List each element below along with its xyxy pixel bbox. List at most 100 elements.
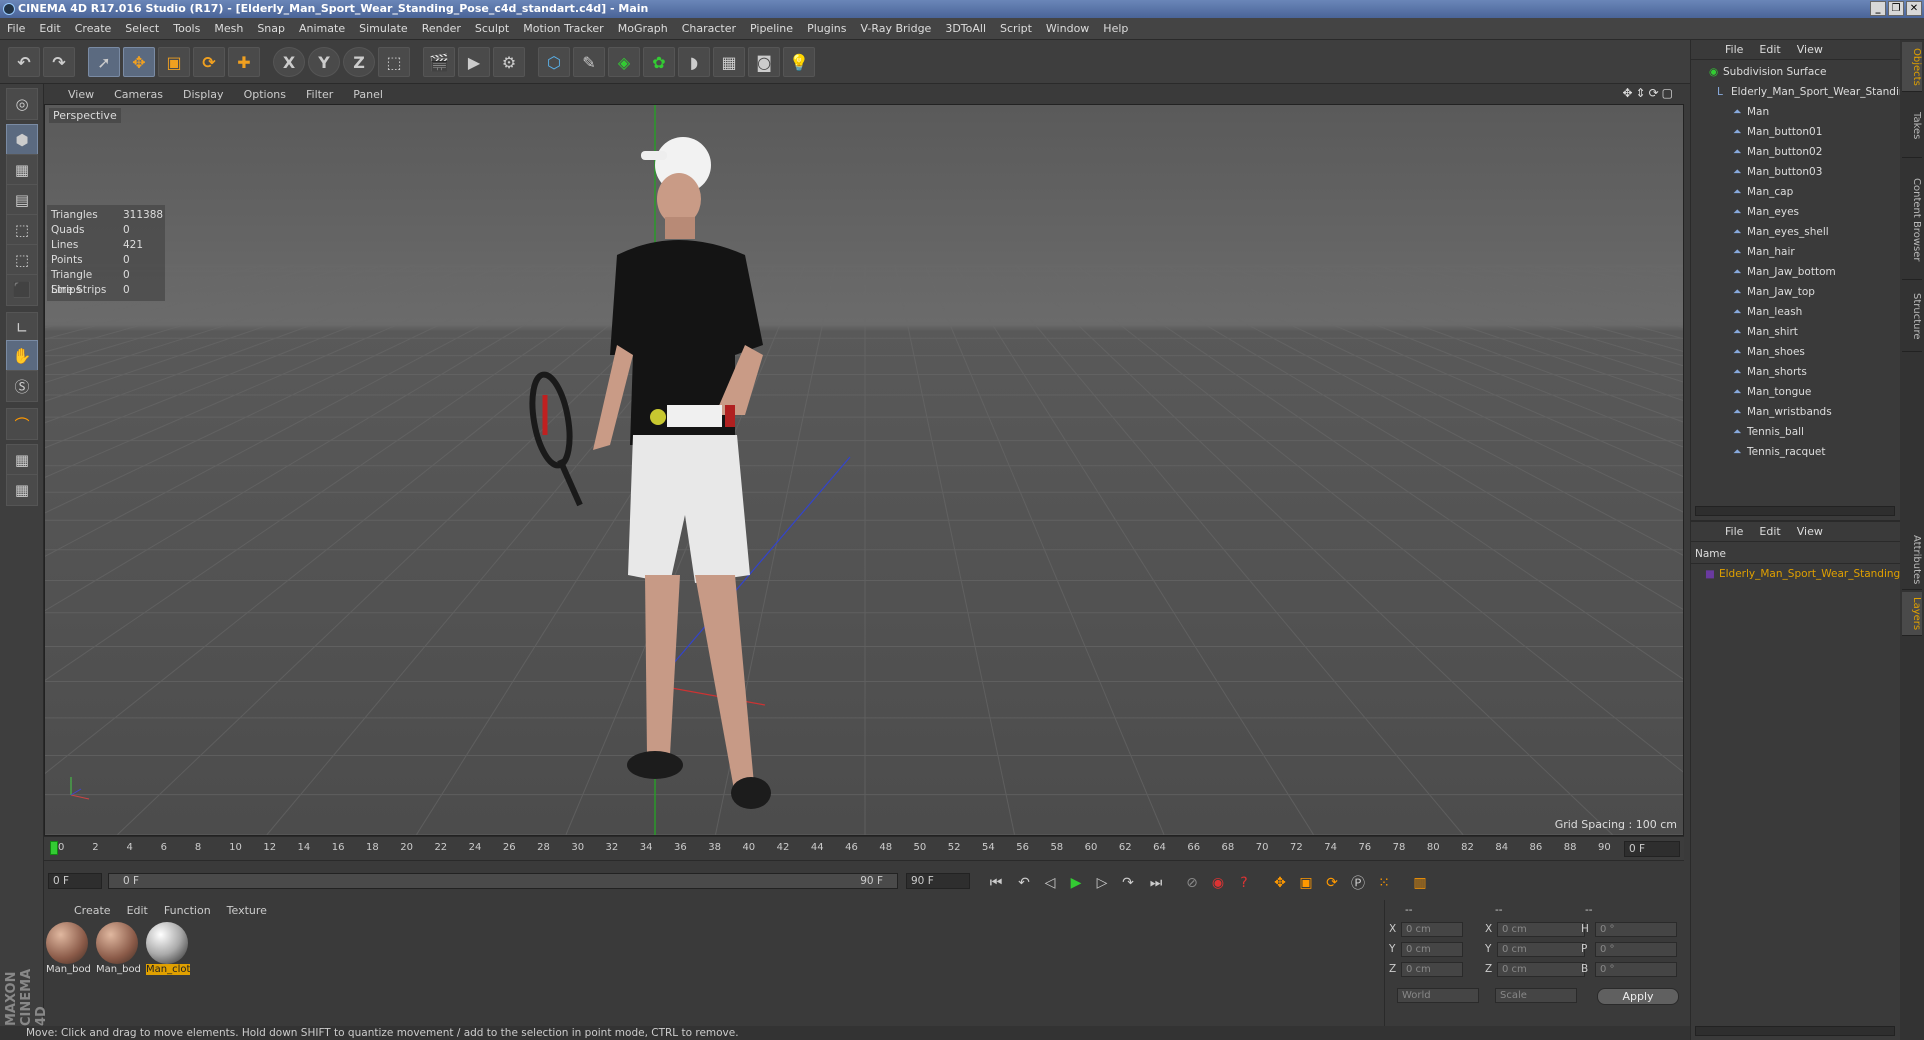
- viewport-menu-panel[interactable]: Panel: [343, 88, 393, 101]
- object-row[interactable]: ⏶ Man_cap: [1691, 182, 1901, 202]
- object-menu-file[interactable]: File: [1717, 43, 1751, 56]
- coord-field[interactable]: 0 cm: [1497, 942, 1585, 957]
- key-pla-icon[interactable]: ⁙: [1372, 871, 1396, 895]
- material-menu-texture[interactable]: Texture: [219, 904, 275, 917]
- object-row[interactable]: ⏶ Man_eyes_shell: [1691, 222, 1901, 242]
- material-swatch[interactable]: Man_bod: [96, 922, 140, 975]
- key-scale-icon[interactable]: ▣: [1294, 871, 1318, 895]
- object-row[interactable]: ⏶ Man_shoes: [1691, 342, 1901, 362]
- next-key-icon[interactable]: ↷: [1116, 871, 1140, 895]
- current-frame-field[interactable]: 0 F: [1624, 841, 1680, 857]
- maximize-button[interactable]: ❐: [1888, 1, 1904, 16]
- tab-structure[interactable]: Structure: [1902, 282, 1922, 352]
- object-row[interactable]: ⏶ Man_eyes: [1691, 202, 1901, 222]
- coord-field[interactable]: 0 °: [1595, 922, 1677, 937]
- redo-icon[interactable]: ↷: [43, 47, 75, 77]
- record-keys-icon[interactable]: ⊘: [1180, 871, 1204, 895]
- object-row[interactable]: ⏶ Man_Jaw_bottom: [1691, 262, 1901, 282]
- range-slider[interactable]: 0 F 90 F: [108, 873, 898, 889]
- menu-item-mograph[interactable]: MoGraph: [611, 22, 675, 35]
- y-axis-icon[interactable]: Y: [308, 47, 340, 77]
- coord-field[interactable]: 0 cm: [1497, 962, 1585, 977]
- close-button[interactable]: ✕: [1906, 1, 1922, 16]
- object-row[interactable]: ⏶ Man_button03: [1691, 162, 1901, 182]
- viewport-menu-options[interactable]: Options: [234, 88, 296, 101]
- coord-field[interactable]: 0 cm: [1401, 942, 1463, 957]
- key-rotation-icon[interactable]: ⟳: [1320, 871, 1344, 895]
- tab-objects[interactable]: Objects: [1902, 42, 1922, 92]
- layer-row[interactable]: ■ Elderly_Man_Sport_Wear_Standing_: [1691, 564, 1901, 584]
- coord-field[interactable]: 0 cm: [1401, 962, 1463, 977]
- viewport-menu-cameras[interactable]: Cameras: [104, 88, 173, 101]
- model-mode-icon[interactable]: ⬢: [6, 124, 38, 156]
- light-icon[interactable]: 💡: [783, 47, 815, 77]
- viewport-nav-icons[interactable]: ✥⇕⟳▢: [1622, 86, 1676, 100]
- menu-item-motion-tracker[interactable]: Motion Tracker: [516, 22, 610, 35]
- viewport-camera-label[interactable]: Perspective: [49, 108, 121, 123]
- apply-button[interactable]: Apply: [1597, 988, 1679, 1005]
- menu-item-create[interactable]: Create: [68, 22, 119, 35]
- object-row[interactable]: ⏶ Man_button02: [1691, 142, 1901, 162]
- coord-field[interactable]: 0 cm: [1497, 922, 1585, 937]
- menu-item-window[interactable]: Window: [1039, 22, 1096, 35]
- menu-item-v-ray-bridge[interactable]: V-Ray Bridge: [853, 22, 938, 35]
- key-parameter-icon[interactable]: Ⓟ: [1346, 871, 1370, 895]
- layer-manager-scrollbar[interactable]: [1695, 1026, 1895, 1036]
- tab-attributes[interactable]: Attributes: [1902, 530, 1922, 590]
- cloner-icon[interactable]: ✿: [643, 47, 675, 77]
- go-to-start-icon[interactable]: ⏮: [984, 871, 1008, 895]
- object-subdivision-surface[interactable]: ◉ Subdivision Surface: [1691, 62, 1901, 82]
- object-manager-scrollbar[interactable]: [1695, 506, 1895, 516]
- coord-field[interactable]: 0 °: [1595, 962, 1677, 977]
- material-swatch[interactable]: Man_bod: [46, 922, 90, 975]
- object-row[interactable]: ⏶ Man_leash: [1691, 302, 1901, 322]
- key-position-icon[interactable]: ✥: [1268, 871, 1292, 895]
- menu-item-plugins[interactable]: Plugins: [800, 22, 853, 35]
- viewport-menu-filter[interactable]: Filter: [296, 88, 343, 101]
- render-picture-viewer-icon[interactable]: ▶: [458, 47, 490, 77]
- play-icon[interactable]: ▶: [1064, 871, 1088, 895]
- viewport-menu-view[interactable]: View: [58, 88, 104, 101]
- place-icon[interactable]: ✚: [228, 47, 260, 77]
- tab-takes[interactable]: Takes: [1902, 94, 1922, 158]
- object-menu-edit[interactable]: Edit: [1751, 43, 1788, 56]
- object-row[interactable]: ⏶ Man_tongue: [1691, 382, 1901, 402]
- menu-item-render[interactable]: Render: [415, 22, 468, 35]
- end-frame-field[interactable]: 90 F: [906, 873, 970, 889]
- menu-item-character[interactable]: Character: [675, 22, 743, 35]
- tweak-mode-icon[interactable]: ✋: [6, 340, 38, 372]
- scale-icon[interactable]: ▣: [158, 47, 190, 77]
- snap-icon[interactable]: Ⓢ: [6, 370, 38, 402]
- select-icon[interactable]: ➚: [88, 47, 120, 77]
- object-row[interactable]: ⏶ Man_hair: [1691, 242, 1901, 262]
- render-view-icon[interactable]: 🎬: [423, 47, 455, 77]
- layer-menu-edit[interactable]: Edit: [1751, 525, 1788, 538]
- menu-item-edit[interactable]: Edit: [32, 22, 67, 35]
- object-row[interactable]: ⏶ Man_button01: [1691, 122, 1901, 142]
- autokey-icon[interactable]: ◉: [1206, 871, 1230, 895]
- layer-menu-view[interactable]: View: [1789, 525, 1831, 538]
- object-menu-view[interactable]: View: [1789, 43, 1831, 56]
- tab-layers[interactable]: Layers: [1902, 592, 1922, 636]
- menu-item-3dtoall[interactable]: 3DToAll: [938, 22, 993, 35]
- move-icon[interactable]: ✥: [123, 47, 155, 77]
- texture-mode-icon[interactable]: ▦: [6, 154, 38, 186]
- material-menu-function[interactable]: Function: [156, 904, 219, 917]
- pen-icon[interactable]: ✎: [573, 47, 605, 77]
- points-mode-icon[interactable]: ⬚: [6, 214, 38, 246]
- viewport[interactable]: Perspective Triangles 311388 Quads 0 Lines 42…: [44, 104, 1684, 836]
- previous-frame-icon[interactable]: ◁: [1038, 871, 1062, 895]
- menu-item-sculpt[interactable]: Sculpt: [468, 22, 516, 35]
- object-group[interactable]: L Elderly_Man_Sport_Wear_Standing: [1691, 82, 1901, 102]
- go-to-end-icon[interactable]: ⏭: [1144, 871, 1168, 895]
- camera-icon[interactable]: ◙: [748, 47, 780, 77]
- start-frame-field[interactable]: 0 F: [48, 873, 102, 889]
- coord-mode-dropdown[interactable]: Scale: [1495, 988, 1577, 1003]
- layer-menu-file[interactable]: File: [1717, 525, 1751, 538]
- object-row[interactable]: ⏶ Man_shorts: [1691, 362, 1901, 382]
- object-row[interactable]: ⏶ Man: [1691, 102, 1901, 122]
- subdivision-icon[interactable]: ◈: [608, 47, 640, 77]
- playhead[interactable]: [50, 841, 58, 855]
- menu-item-file[interactable]: File: [0, 22, 32, 35]
- polygons-mode-icon[interactable]: ⬛: [6, 274, 38, 306]
